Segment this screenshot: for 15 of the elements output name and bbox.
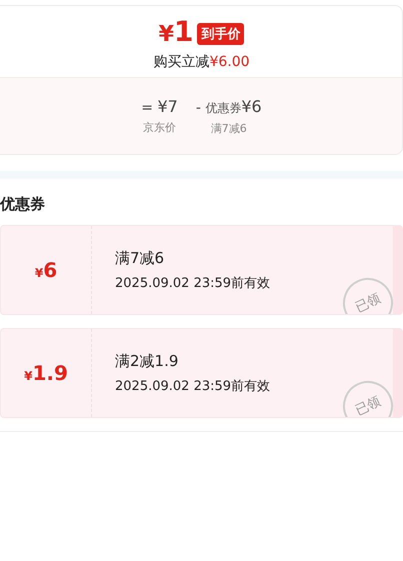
coupon-condition: 满7减6 [115, 248, 166, 268]
coupon-amount: ¥1.9 [24, 361, 68, 385]
price-badge: 到手价 [197, 22, 244, 44]
term-caption: 满7减6 [210, 120, 247, 136]
formula-term: = ¥7 [141, 96, 178, 116]
coupon-validity: 2025.09.02 23:59前有效 [115, 274, 272, 292]
coupon-amount: ¥6 [34, 258, 58, 282]
final-price: ¥1 [158, 16, 194, 50]
term-caption: 京东价 [143, 120, 176, 134]
coupon-card[interactable]: ¥6 满7减6 2025.09.02 23:59前有效 已领 [0, 225, 403, 315]
coupon-condition: 满2减1.9 [115, 352, 180, 370]
discount-text: 购买立减¥6.00 [153, 53, 250, 71]
coupon-card[interactable]: ¥1.9 满2减1.9 2025.09.02 23:59前有效 已领 [0, 328, 403, 418]
coupon-validity: 2025.09.02 23:59前有效 [115, 378, 272, 394]
formula-term: - 优惠券¥6 [196, 96, 262, 116]
